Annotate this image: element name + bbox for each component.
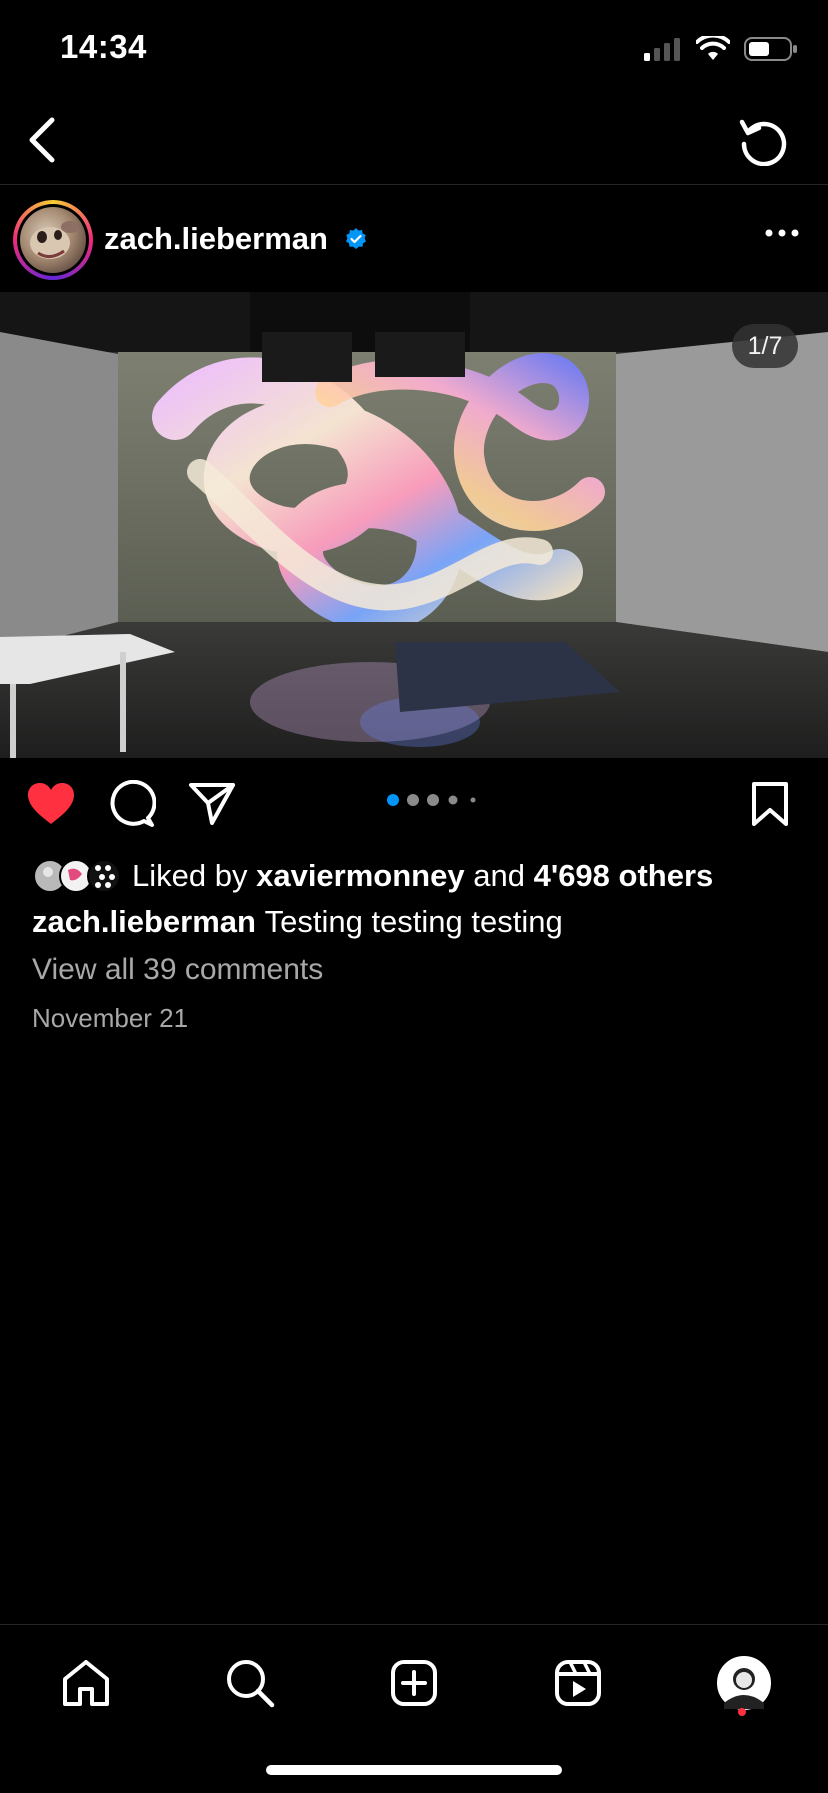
liked-by-user-link[interactable]: xaviermonney — [256, 858, 465, 894]
wifi-icon — [696, 36, 730, 60]
avatar — [20, 207, 86, 273]
comment-icon[interactable] — [108, 780, 156, 828]
liker-avatars — [33, 859, 121, 893]
battery-icon — [744, 37, 797, 61]
bookmark-icon[interactable] — [752, 782, 788, 826]
status-icons — [642, 36, 798, 62]
create-post-icon — [391, 1660, 437, 1706]
back-arrow-icon[interactable] — [22, 116, 62, 164]
post-username[interactable]: zach.lieberman — [104, 221, 328, 257]
installation-photo — [0, 292, 828, 758]
likes-summary[interactable]: Liked by xaviermonney and 4'698 others — [32, 858, 713, 894]
search-icon — [227, 1660, 275, 1708]
more-options-icon[interactable] — [764, 227, 800, 239]
post-date: November 21 — [32, 1003, 189, 1033]
home-indicator — [266, 1765, 562, 1775]
status-time: 14:34 — [60, 28, 147, 65]
heart-icon[interactable] — [26, 782, 76, 826]
post-caption: zach.lieberman Testing testing testing — [32, 904, 563, 940]
top-nav-bar — [0, 100, 828, 185]
post-media-photo[interactable]: 1/7 — [0, 292, 828, 758]
reels-icon — [555, 1660, 601, 1706]
refresh-icon[interactable] — [738, 116, 788, 166]
verified-badge-icon — [346, 228, 366, 249]
story-avatar-ring[interactable] — [13, 200, 93, 280]
caption-text: Testing testing testing — [264, 904, 563, 939]
view-all-comments-link[interactable]: View all 39 comments — [32, 953, 323, 987]
tab-search[interactable] — [218, 1651, 282, 1715]
slide-indicator-badge: 1/7 — [732, 324, 798, 368]
liked-by-prefix: Liked by — [132, 858, 248, 893]
liked-by-and: and — [473, 858, 525, 893]
carousel-dots — [387, 794, 476, 806]
tab-create[interactable] — [382, 1651, 446, 1715]
tab-home[interactable] — [54, 1651, 118, 1715]
share-icon[interactable] — [188, 782, 236, 826]
liked-by-others-link[interactable]: 4'698 others — [534, 858, 714, 894]
cellular-signal-icon — [644, 38, 680, 61]
tab-reels[interactable] — [546, 1651, 610, 1715]
caption-username[interactable]: zach.lieberman — [32, 904, 256, 939]
profile-avatar — [717, 1656, 771, 1710]
home-icon — [63, 1660, 109, 1706]
notification-dot — [738, 1708, 746, 1716]
post-action-row — [0, 760, 828, 850]
post-header: zach.lieberman — [0, 185, 828, 291]
